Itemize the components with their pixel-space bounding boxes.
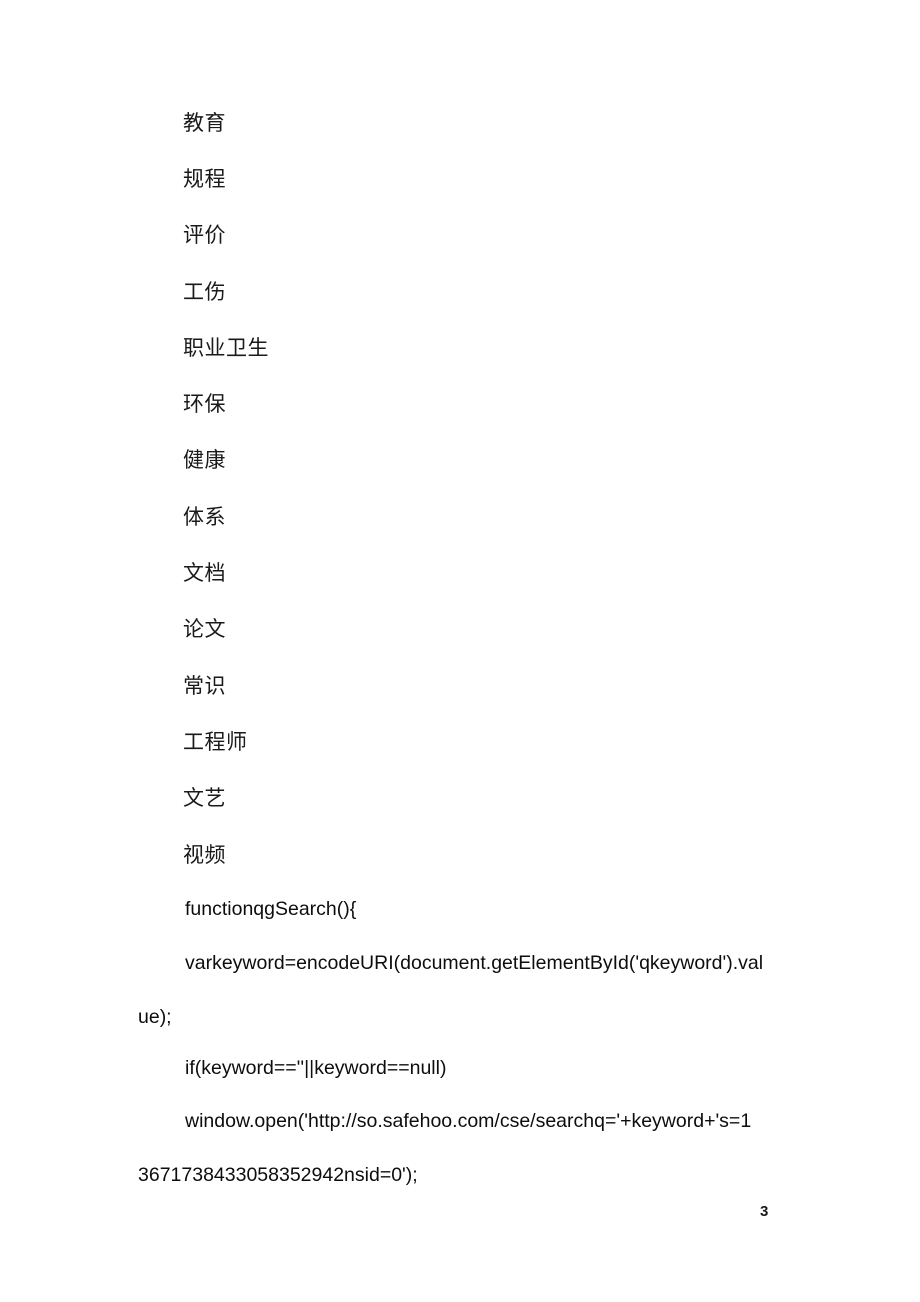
category-item-documents: 文档 [183,561,226,585]
category-item-regulations: 规程 [183,167,226,191]
page-number: 3 [760,1203,769,1220]
document-page: 教育 规程 评价 工伤 职业卫生 环保 健康 体系 文档 论文 常识 工程师 文… [0,0,920,1302]
category-item-health: 健康 [183,448,226,472]
category-item-engineer: 工程师 [183,730,248,754]
category-item-system: 体系 [183,505,226,529]
category-item-common-knowledge: 常识 [183,674,226,698]
code-line-var-keyword: varkeyword=encodeURI(document.getElement… [185,952,764,974]
category-item-video: 视频 [183,843,226,867]
category-item-environment: 环保 [183,392,226,416]
category-item-work-injury: 工伤 [183,280,226,304]
category-item-evaluation: 评价 [183,223,226,247]
code-line-function-declaration: functionqgSearch(){ [185,898,357,920]
category-item-occupational-health: 职业卫生 [183,336,269,360]
code-line-var-keyword-wrap: ue); [138,1006,172,1028]
code-line-if-condition: if(keyword==''||keyword==null) [185,1057,447,1079]
code-line-window-open: window.open('http://so.safehoo.com/cse/s… [185,1110,752,1132]
category-item-education: 教育 [183,111,226,135]
code-line-window-open-wrap: 3671738433058352942nsid=0'); [138,1164,418,1186]
category-item-arts: 文艺 [183,786,226,810]
category-item-papers: 论文 [183,617,226,641]
